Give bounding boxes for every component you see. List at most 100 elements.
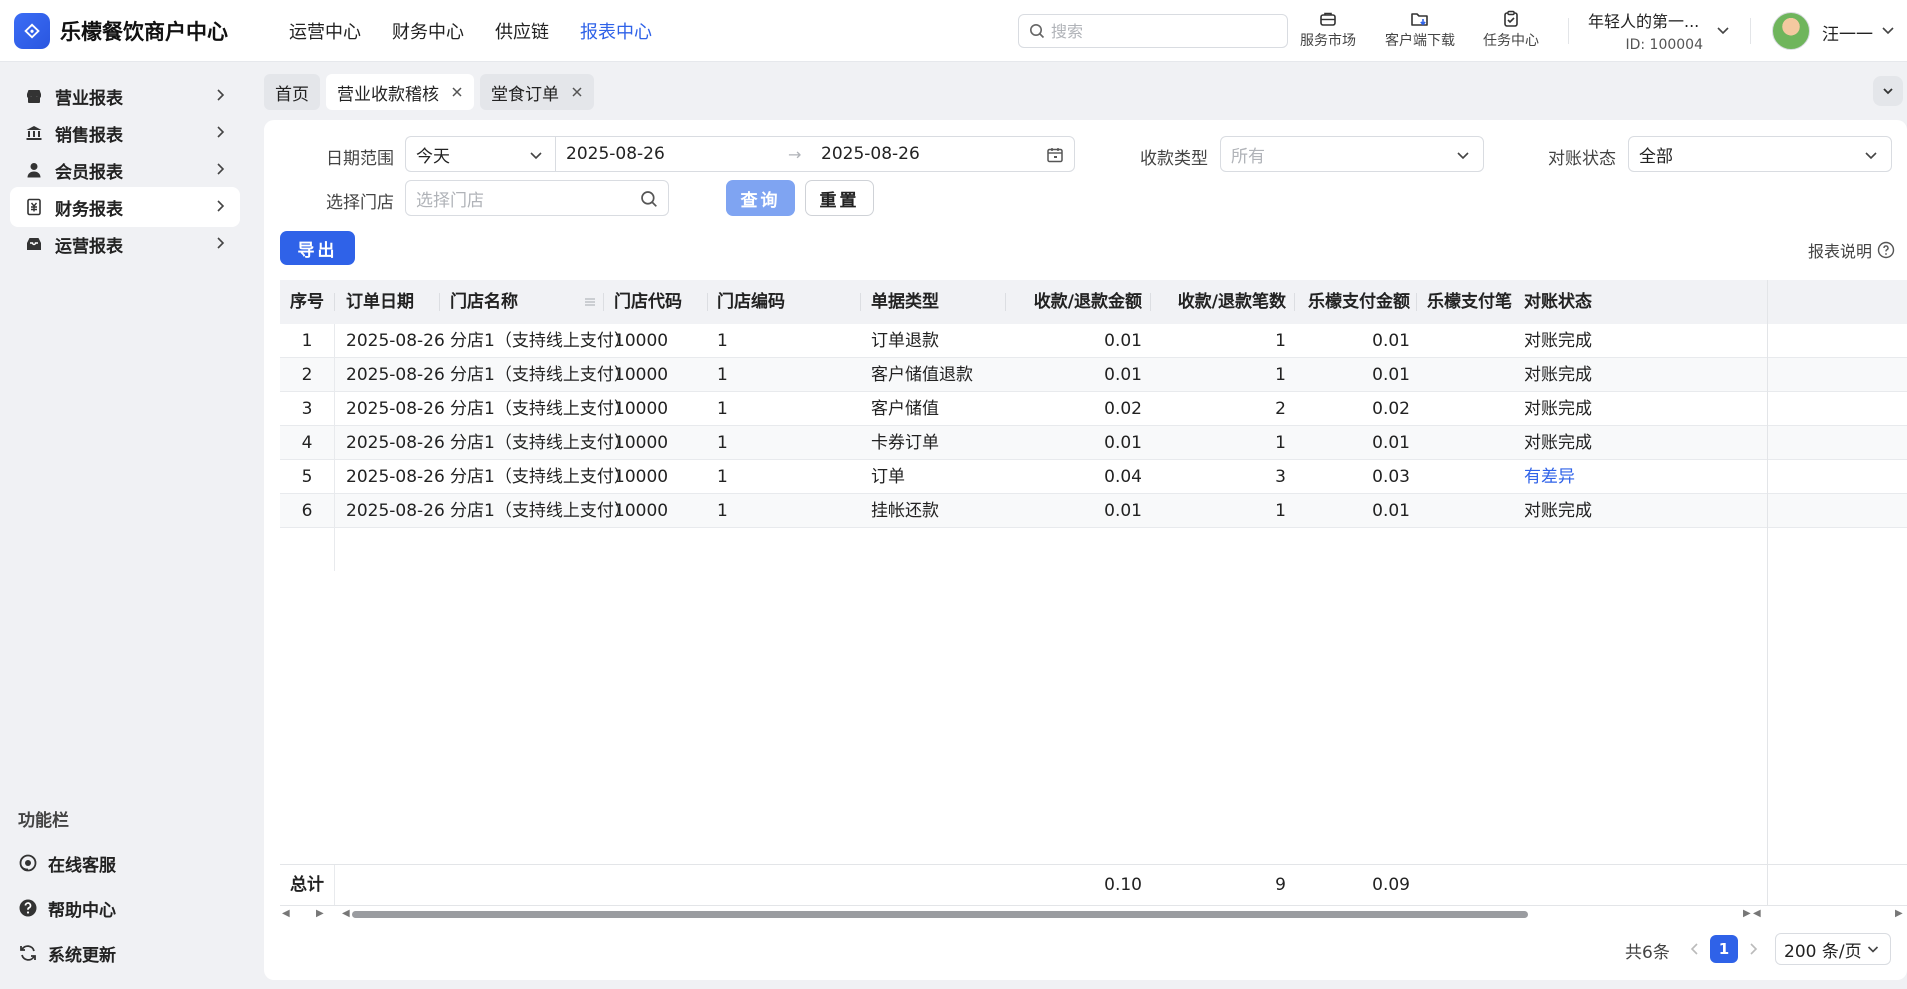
func-help-center[interactable]: 帮助中心 — [18, 893, 116, 923]
close-icon[interactable] — [571, 86, 583, 98]
func-online-support[interactable]: 在线客服 — [18, 848, 116, 878]
column-divider — [334, 324, 335, 571]
date-range-picker[interactable]: 2025-08-26 → 2025-08-26 — [555, 136, 1075, 172]
nav-supply-chain[interactable]: 供应链 — [495, 18, 549, 44]
cell-store-code: 10000 — [614, 433, 669, 453]
total-amount: 0.10 — [1104, 875, 1142, 895]
tab-revenue-audit[interactable]: 营业收款稽核 — [326, 74, 474, 110]
column-header[interactable]: 乐檬支付笔 — [1427, 280, 1514, 324]
pagination-total: 共6条 — [1625, 943, 1670, 963]
table-row[interactable]: 4 2025-08-26 分店1（支持线上支付） 10000 1 卡券订单 0.01 1 0.0… — [280, 426, 1907, 460]
tool-task-center[interactable]: 任务中心 — [1483, 8, 1539, 50]
clipboard-check-icon — [1504, 10, 1518, 27]
table-row[interactable]: 1 2025-08-26 分店1（支持线上支付） 10000 1 订单退款 0.01 1 0.0… — [280, 324, 1907, 358]
account-switcher[interactable]: 年轻人的第一... ID: 100004 — [1588, 8, 1708, 53]
divider — [1568, 18, 1569, 44]
search-input[interactable] — [1051, 21, 1271, 41]
recon-status-label: 对账状态 — [1548, 149, 1616, 169]
tool-client-download[interactable]: 客户端下载 — [1385, 8, 1455, 50]
avatar[interactable] — [1772, 12, 1810, 50]
cell-count: 2 — [1275, 399, 1286, 419]
global-search[interactable] — [1018, 14, 1288, 48]
cell-doc-type: 订单 — [871, 467, 905, 487]
tabs-more-button[interactable] — [1873, 76, 1903, 106]
cell-order-date: 2025-08-26 — [346, 331, 445, 351]
column-header[interactable]: 门店名称 — [450, 280, 518, 324]
column-header[interactable]: 门店代码 — [614, 280, 682, 324]
chevron-right-icon[interactable] — [1746, 942, 1760, 956]
column-header[interactable]: 单据类型 — [871, 280, 939, 324]
user-name[interactable]: 汪一一 — [1822, 20, 1873, 45]
cell-order-date: 2025-08-26 — [346, 467, 445, 487]
chevron-right-icon — [217, 200, 225, 212]
date-preset-select[interactable]: 今天 — [405, 136, 556, 172]
column-header[interactable]: 乐檬支付金额 — [1302, 280, 1410, 324]
func-system-update[interactable]: 系统更新 — [18, 938, 116, 968]
scroll-left-icon[interactable]: ◀ — [282, 907, 290, 921]
help-circle-icon — [1877, 241, 1895, 259]
report-explain-link[interactable]: 报表说明 — [1808, 238, 1895, 262]
column-header[interactable]: 收款/退款笔数 — [1158, 280, 1286, 324]
scroll-left-icon[interactable]: ◀ — [1753, 907, 1761, 921]
column-header[interactable]: 对账状态 — [1522, 280, 1592, 324]
table-row[interactable]: 3 2025-08-26 分店1（支持线上支付） 10000 1 客户储值 0.02 2 0.0… — [280, 392, 1907, 426]
cell-recon-status[interactable]: 有差异 — [1524, 460, 1624, 494]
pay-type-select[interactable]: 所有 — [1220, 136, 1484, 172]
chevron-down-icon — [1457, 152, 1469, 160]
cell-recon-status: 对账完成 — [1524, 433, 1592, 453]
scroll-right-icon[interactable]: ▶ — [1895, 907, 1903, 921]
chevron-down-icon[interactable] — [1880, 22, 1896, 38]
nav-finance[interactable]: 财务中心 — [392, 18, 464, 44]
chevron-down-icon — [530, 152, 542, 160]
horizontal-scrollbar[interactable]: ◀ ▶ ◀ ▶ ◀ ▶ — [280, 907, 1907, 921]
app-logo[interactable]: ⟐ 乐檬餐饮商户中心 — [14, 12, 254, 49]
date-end[interactable]: 2025-08-26 — [811, 144, 920, 164]
sidebar-item-label: 运营报表 — [55, 236, 123, 257]
store-select[interactable]: 选择门店 — [405, 180, 669, 216]
cell-pay-count — [1427, 460, 1514, 494]
scroll-right-icon[interactable]: ▶ — [1743, 907, 1751, 921]
tab-dine-in-orders[interactable]: 堂食订单 — [480, 74, 594, 110]
query-button[interactable]: 查询 — [726, 180, 795, 216]
sidebar-item-member-report[interactable]: 会员报表 — [10, 150, 240, 190]
account-name: 年轻人的第一... — [1588, 12, 1700, 31]
drag-handle-icon[interactable] — [584, 296, 596, 308]
tool-service-market[interactable]: 服务市场 — [1300, 8, 1356, 50]
reset-button[interactable]: 重置 — [805, 180, 874, 216]
store-label: 选择门店 — [326, 193, 394, 213]
sidebar-item-operations-report[interactable]: 运营报表 — [10, 224, 240, 264]
sidebar-item-sales-report[interactable]: 销售报表 — [10, 113, 240, 153]
cell-pay-count — [1427, 426, 1514, 460]
cell-store-code: 10000 — [614, 399, 669, 419]
nav-operations[interactable]: 运营中心 — [289, 18, 361, 44]
chevron-down-icon[interactable] — [1715, 22, 1731, 38]
cell-store-name: 分店1（支持线上支付） — [450, 467, 631, 487]
date-start[interactable]: 2025-08-26 — [556, 144, 665, 164]
scroll-right-icon[interactable]: ▶ — [316, 907, 324, 921]
cell-store-name: 分店1（支持线上支付） — [450, 399, 631, 419]
table-row[interactable]: 2 2025-08-26 分店1（支持线上支付） 10000 1 客户储值退款 0.01 1 0… — [280, 358, 1907, 392]
column-header[interactable]: 门店编码 — [717, 280, 785, 324]
store-placeholder: 选择门店 — [416, 190, 484, 211]
sidebar-item-finance-report[interactable]: 财务报表 — [10, 187, 240, 227]
column-header: 序号 — [290, 292, 324, 312]
sidebar-item-business-report[interactable]: 营业报表 — [10, 76, 240, 116]
tab-home[interactable]: 首页 — [264, 74, 320, 110]
scroll-left-icon[interactable]: ◀ — [342, 907, 350, 921]
close-icon[interactable] — [451, 86, 463, 98]
cell-amount: 0.01 — [1104, 365, 1142, 385]
table-row[interactable]: 5 2025-08-26 分店1（支持线上支付） 10000 1 订单 0.04 3 0.03 有… — [280, 460, 1907, 494]
column-divider — [1416, 293, 1417, 311]
scrollbar-thumb[interactable] — [352, 911, 1528, 918]
cell-store-code: 10000 — [614, 331, 669, 351]
export-button[interactable]: 导出 — [280, 231, 355, 265]
nav-reports[interactable]: 报表中心 — [580, 18, 652, 44]
column-header[interactable]: 收款/退款金额 — [1016, 280, 1142, 324]
column-header[interactable]: 订单日期 — [346, 280, 414, 324]
chevron-left-icon[interactable] — [1688, 942, 1702, 956]
cell-count: 1 — [1275, 501, 1286, 521]
pagination-page-1[interactable]: 1 — [1710, 935, 1738, 963]
page-size-select[interactable]: 200 条/页 — [1775, 933, 1891, 965]
table-row[interactable]: 6 2025-08-26 分店1（支持线上支付） 10000 1 挂帐还款 0.01 1 0.0… — [280, 494, 1907, 528]
recon-status-select[interactable]: 全部 — [1628, 136, 1892, 172]
